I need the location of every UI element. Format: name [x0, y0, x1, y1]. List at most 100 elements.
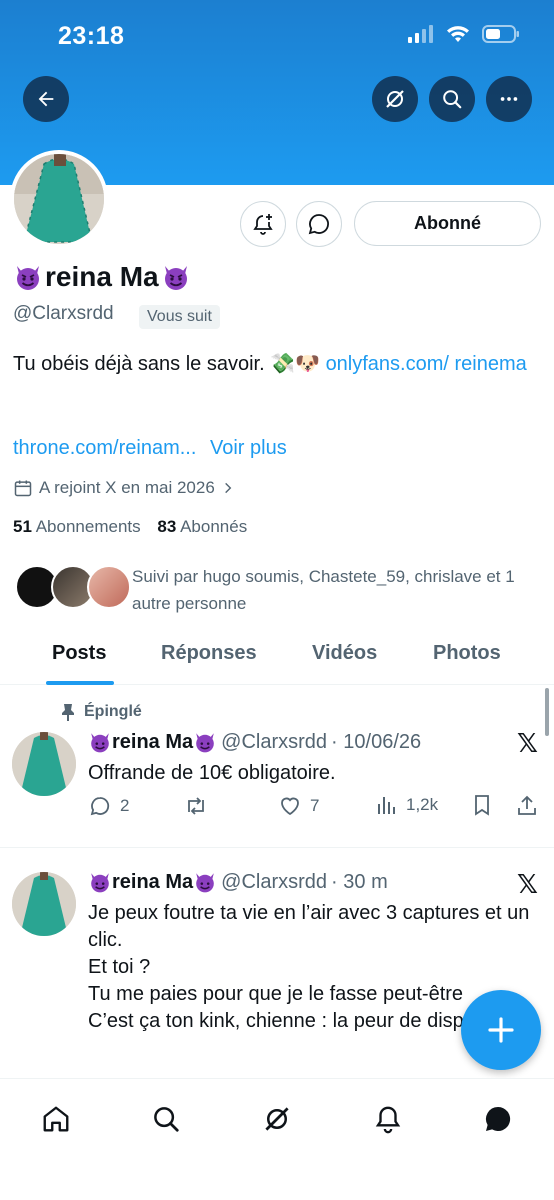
- views-count: 1,2k: [406, 795, 439, 814]
- bookmark-icon: [475, 795, 489, 816]
- like-count: 7: [310, 796, 320, 815]
- reply-count: 2: [120, 796, 130, 815]
- like-button[interactable]: 7: [278, 794, 319, 818]
- plus-icon: [488, 1017, 514, 1043]
- bottom-nav: [0, 1078, 554, 1200]
- bio-emojis: 💸🐶: [270, 353, 320, 375]
- post-metrics: 2 7 1,2k: [88, 794, 540, 822]
- devil-emoji-icon: [91, 733, 109, 753]
- battery-icon: [482, 25, 519, 43]
- post-time: · 30 m: [331, 870, 388, 893]
- avatar-image: [14, 154, 104, 244]
- bio-text: Tu obéis déjà sans le savoir.: [13, 353, 265, 375]
- pin-icon: [62, 704, 74, 721]
- follow-counts: 51 Abonnements 83 Abonnés: [13, 517, 247, 537]
- chevron-right-icon: [224, 482, 232, 494]
- followers-count: 83: [157, 517, 177, 536]
- tab-videos[interactable]: Vidéos: [312, 642, 377, 665]
- display-name: reina Ma: [13, 261, 191, 293]
- nav-grok[interactable]: [257, 1099, 297, 1139]
- tab-indicator: [46, 681, 114, 685]
- pinned-label: Épinglé: [60, 703, 142, 721]
- post-avatar[interactable]: [12, 732, 76, 796]
- followers-label: Abonnés: [180, 517, 248, 536]
- repost-icon: [188, 797, 204, 815]
- bookmark-button[interactable]: [472, 794, 492, 816]
- profile-tabs: Posts Réponses Vidéos Photos: [0, 630, 554, 685]
- post-author[interactable]: reina Ma: [88, 870, 217, 894]
- website-link[interactable]: throne.com/reinam...: [13, 437, 196, 459]
- arrow-left-icon: [38, 91, 54, 107]
- post-text: Offrande de 10€ obligatoire.: [88, 762, 336, 784]
- follow-button[interactable]: Abonné: [354, 201, 541, 246]
- devil-emoji-icon: [196, 873, 214, 893]
- calendar-icon: [14, 480, 32, 497]
- post-time: · 10/06/26: [331, 730, 422, 753]
- message-icon: [308, 214, 329, 235]
- notify-button[interactable]: [240, 201, 286, 247]
- post-handle: @Clarxsrdd: [221, 870, 328, 893]
- more-button[interactable]: [486, 76, 532, 122]
- avatar-image: [12, 732, 76, 796]
- grok-icon: [265, 1107, 289, 1131]
- bell-plus-icon: [253, 214, 273, 235]
- notifications-icon: [375, 1106, 401, 1134]
- followers-link[interactable]: 83 Abonnés: [157, 517, 247, 536]
- share-icon: [518, 795, 536, 815]
- profile-bio: Tu obéis déjà sans le savoir. 💸🐶 onlyfan…: [13, 349, 533, 379]
- post-author[interactable]: reina Ma: [88, 730, 217, 754]
- profile-avatar[interactable]: [10, 150, 108, 248]
- following-count: 51: [13, 517, 32, 536]
- follows-you-badge: Vous suit: [139, 305, 220, 329]
- search-icon: [443, 90, 462, 109]
- devil-emoji-icon: [91, 873, 109, 893]
- home-icon: [43, 1106, 69, 1132]
- following-label: Abonnements: [35, 517, 141, 536]
- status-icons: [408, 25, 520, 43]
- tab-photos[interactable]: Photos: [433, 642, 501, 665]
- signal-icon: [408, 25, 433, 43]
- reply-button[interactable]: 2: [88, 794, 129, 818]
- wifi-icon: [447, 26, 469, 42]
- avatar-image: [12, 872, 76, 936]
- status-time: 23:18: [58, 22, 125, 50]
- display-name-text: reina Ma: [45, 261, 159, 292]
- post-text-line: Tu me paies pour que je le fasse peut-êt…: [88, 983, 464, 1005]
- post-text-line: Je peux foutre ta vie en l’air avec 3 ca…: [88, 902, 530, 951]
- nav-notifications[interactable]: [368, 1099, 408, 1139]
- post-handle: @Clarxsrdd: [221, 730, 328, 753]
- reply-icon: [90, 797, 110, 816]
- message-button[interactable]: [296, 201, 342, 247]
- views-icon: [378, 797, 395, 814]
- bio-link-onlyfans[interactable]: onlyfans.com/ reinema: [326, 353, 527, 375]
- following-link[interactable]: 51 Abonnements: [13, 517, 141, 536]
- grok-button[interactable]: [372, 76, 418, 122]
- see-more-link[interactable]: Voir plus: [210, 437, 287, 459]
- search-icon: [154, 1107, 179, 1132]
- search-button[interactable]: [429, 76, 475, 122]
- compose-button[interactable]: [461, 990, 541, 1070]
- nav-home[interactable]: [36, 1099, 76, 1139]
- tab-replies[interactable]: Réponses: [161, 642, 257, 665]
- nav-search[interactable]: [146, 1099, 186, 1139]
- repost-button[interactable]: [183, 794, 209, 818]
- website-row: throne.com/reinam... Voir plus: [13, 437, 287, 460]
- joined-date[interactable]: A rejoint X en mai 2026: [13, 478, 235, 498]
- tab-posts[interactable]: Posts: [52, 642, 106, 665]
- x-logo-icon: 𝕏: [517, 869, 538, 899]
- share-button[interactable]: [516, 794, 538, 816]
- more-icon: [500, 97, 518, 101]
- post-text-line: Et toi ?: [88, 956, 151, 978]
- post-header: reina Ma @Clarxsrdd · 10/06/26: [88, 730, 421, 754]
- views-button[interactable]: 1,2k: [376, 794, 438, 816]
- scrollbar[interactable]: [545, 688, 549, 736]
- grok-icon: [386, 90, 404, 108]
- devil-emoji-icon: [17, 266, 39, 290]
- profile-handle: @Clarxsrdd: [13, 303, 114, 324]
- nav-messages[interactable]: [478, 1099, 518, 1139]
- post-author-name: reina Ma: [112, 870, 194, 893]
- post-header: reina Ma @Clarxsrdd · 30 m: [88, 870, 388, 894]
- back-button[interactable]: [23, 76, 69, 122]
- pinned-text: Épinglé: [84, 703, 142, 720]
- post-avatar[interactable]: [12, 872, 76, 936]
